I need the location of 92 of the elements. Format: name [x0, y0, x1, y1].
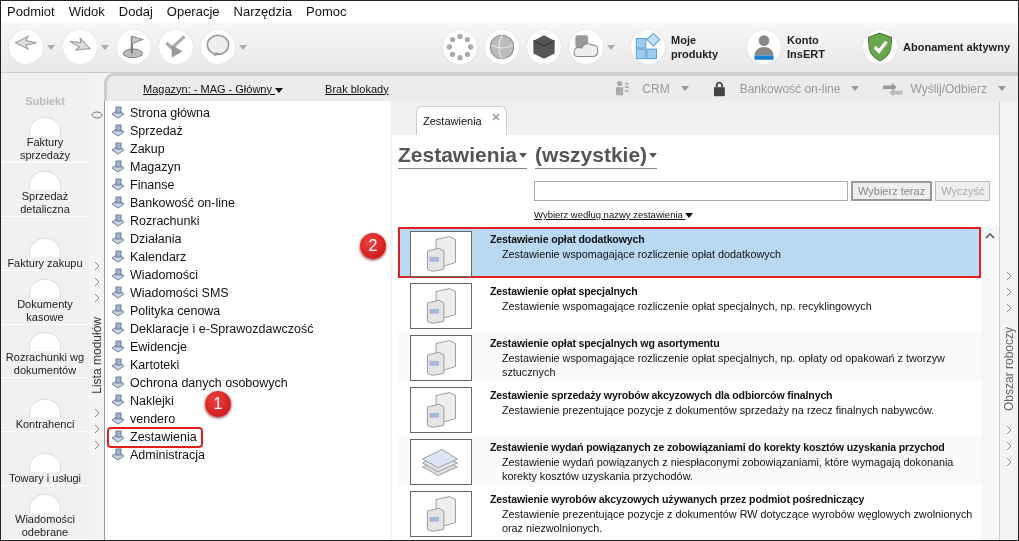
menu-item[interactable]: Narzędzia	[233, 4, 293, 19]
caret-icon[interactable]	[680, 86, 689, 91]
menu-item[interactable]: Pomoc	[306, 4, 347, 19]
report-row[interactable]: Zestawienie opłat dodatkowych Zestawienie wspomagające rozliczenie opłat dodatkowych	[398, 227, 981, 278]
module-icon	[110, 339, 126, 355]
report-title: Zestawienie wydań powiązanych ze zobowiązaniami do korekty kosztów uzyskania przychod	[490, 441, 946, 453]
scroll-up-icon[interactable]	[985, 233, 995, 239]
module-icon	[110, 393, 126, 409]
panel-title[interactable]: Obszar roboczy	[1002, 327, 1016, 412]
module-icon	[110, 231, 126, 247]
nav-button[interactable]: Rozrachunki wg dokumentów	[2, 324, 88, 379]
cloud-database-icon[interactable]	[569, 30, 604, 64]
sort-dropdown[interactable]: Wybierz według nazwy zestawienia	[534, 209, 694, 220]
caret-icon[interactable]	[998, 86, 1006, 91]
report-row[interactable]: Zestawienie opłat specjalnych wg asortymentu Zestawienie wspomagające rozliczenie opłat specjalnych, np. opłaty od opakowań z tworzyw sztucznych	[398, 331, 981, 382]
report-description: Zestawienie prezentujące pozycje z dokumentów RW dotyczące wyrobów węglowych zwolnionych oraz niezwolnionych.	[501, 507, 974, 535]
caret-icon	[275, 87, 284, 93]
report-title: Zestawienie wyrobów akcyzowych używanych przez podmiot pośredniczący	[490, 493, 866, 505]
module-icon	[110, 447, 126, 463]
chevron-icon[interactable]	[93, 423, 100, 434]
report-description: Zestawienie wspomagające rozliczenie opłat specjalnych, np. recyklingowych	[501, 299, 872, 313]
caret-icon	[649, 152, 658, 158]
module-icon	[110, 195, 126, 211]
help-icon[interactable]	[201, 30, 235, 64]
toolbar-label[interactable]: Konto InsERT	[787, 33, 848, 61]
chevron-icon[interactable]	[1006, 441, 1012, 452]
nav-button[interactable]: Faktury zakupu	[2, 216, 88, 271]
module-icon	[110, 123, 126, 139]
nav-button[interactable]: Kontrahenci	[2, 378, 88, 433]
menu-item[interactable]: Widok	[68, 4, 105, 19]
menu-item[interactable]: Podmiot	[7, 4, 55, 19]
caret-icon[interactable]	[47, 44, 55, 50]
report-description: Zestawienie prezentujące pozycje z dokumentów sprzedaży na rzecz finalnych nabywców.	[501, 403, 935, 417]
report-description: Zestawienie wspomagające rozliczenie opłat specjalnych, np. opłaty od opakowań z tworzyw sztucznych	[501, 351, 946, 379]
report-title: Zestawienie sprzedaży wyrobów akcyzowych dla odbiorców finalnych	[490, 389, 834, 401]
tiles-icon[interactable]	[631, 30, 666, 64]
caret-icon	[685, 213, 694, 218]
tab[interactable]: Zestawienia	[416, 106, 507, 135]
module-icon	[110, 249, 126, 265]
menu-item[interactable]: Operacje	[166, 4, 220, 19]
warehouse-dropdown[interactable]: Magazyn: - MAG - Główny	[143, 82, 284, 95]
nav-button[interactable]: Dokumenty kasowe	[2, 270, 88, 325]
lock-link[interactable]: Brak blokady	[325, 82, 389, 95]
search-field[interactable]	[534, 181, 848, 201]
chevron-icon[interactable]	[93, 439, 100, 450]
toolbar-label[interactable]: Moje produkty	[671, 33, 732, 61]
caret-icon[interactable]	[851, 86, 860, 91]
panel-title[interactable]: Lista modułów	[89, 317, 104, 394]
close-icon[interactable]	[491, 113, 500, 121]
person-icon[interactable]	[747, 30, 782, 64]
check-play-icon[interactable]	[159, 30, 193, 64]
spinner-icon[interactable]	[443, 30, 478, 64]
nav-button[interactable]: Wiadomości odebrane	[2, 486, 88, 540]
module-icon	[110, 285, 126, 301]
category-dropdown[interactable]: Zestawienia	[398, 143, 528, 169]
globe-icon[interactable]	[485, 30, 520, 64]
report-description: Zestawienie wydań powiązanych z niespłaconymi zobowiązaniami, które wymagają dokonania korekty kosztów uzyskania przychodów.	[501, 455, 955, 483]
caret-icon	[519, 152, 528, 158]
chevron-icon[interactable]	[93, 407, 100, 418]
report-row[interactable]	[398, 435, 981, 486]
report-title: Zestawienie opłat specjalnych	[490, 285, 639, 297]
report-description: Zestawienie wspomagające rozliczenie opłat dodatkowych	[501, 247, 782, 261]
module-icon	[110, 141, 126, 157]
caret-icon[interactable]	[101, 44, 109, 50]
report-title: Zestawienie opłat dodatkowych	[490, 233, 646, 245]
cube-icon[interactable]	[527, 30, 562, 64]
caret-icon[interactable]	[607, 44, 616, 50]
nav-button[interactable]: Faktury sprzedaży	[2, 109, 88, 163]
module-icon	[110, 159, 126, 175]
module-icon	[110, 429, 126, 445]
filter-dropdown[interactable]: (wszystkie)	[535, 143, 658, 169]
module-icon	[110, 303, 126, 319]
report-title: Zestawienie opłat specjalnych wg asortymentu	[490, 337, 721, 349]
module-icon	[110, 375, 126, 391]
module-icon	[110, 267, 126, 283]
shield-check-icon[interactable]	[863, 30, 898, 64]
outlined-module-item[interactable]: Zestawienia	[107, 426, 203, 448]
module-icon	[110, 411, 126, 427]
module-icon	[110, 321, 126, 337]
nav-button[interactable]: Sprzedaż detaliczna	[2, 162, 88, 217]
caret-icon[interactable]	[239, 44, 247, 50]
toolbar-label[interactable]: Abonament aktywny	[903, 40, 1010, 54]
chevron-icon[interactable]	[1006, 425, 1012, 436]
module-icon	[110, 213, 126, 229]
module-icon	[110, 357, 126, 373]
callout-badge: 1	[205, 391, 231, 417]
flag-icon[interactable]	[117, 30, 151, 64]
module-icon	[110, 105, 126, 121]
menu-item[interactable]: Dodaj	[118, 4, 153, 19]
module-icon	[110, 177, 126, 193]
nav-button[interactable]: Towary i usługi	[2, 432, 88, 487]
chevron-icon[interactable]	[1006, 457, 1012, 468]
